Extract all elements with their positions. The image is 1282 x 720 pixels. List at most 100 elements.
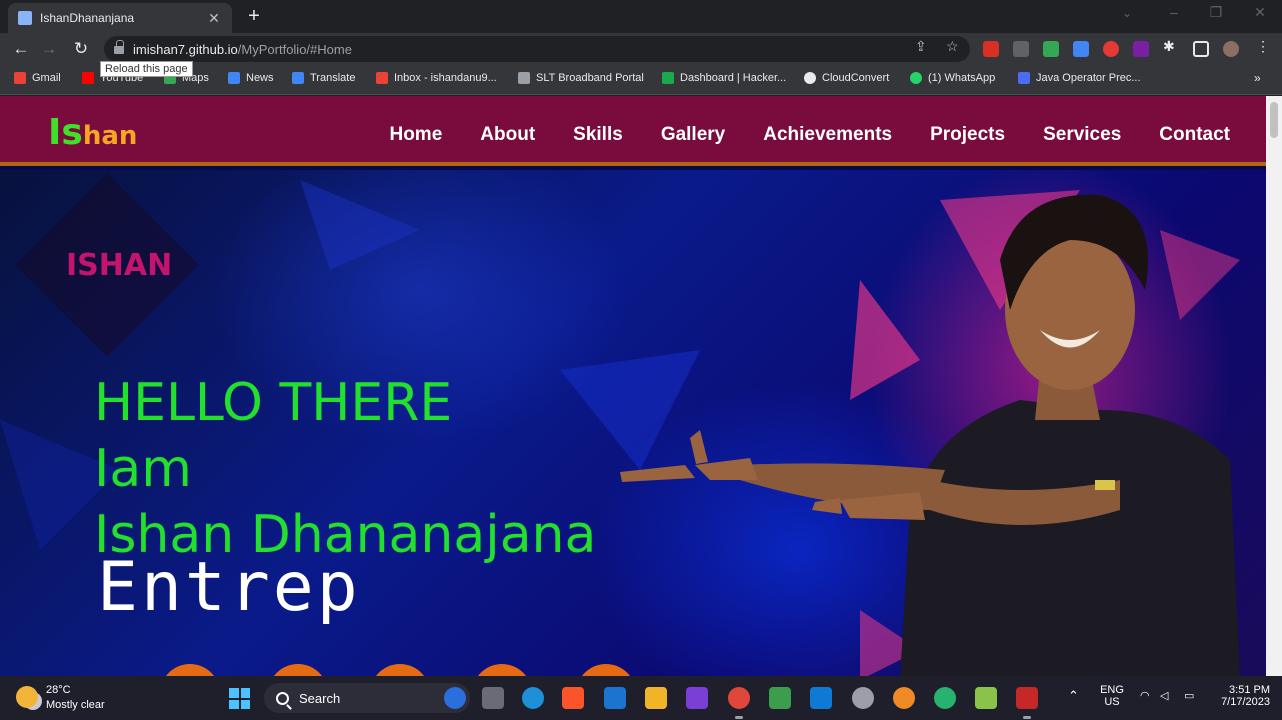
address-bar[interactable]: imishan7.github.io /MyPortfolio/#Home [104, 36, 970, 62]
tab-title: IshanDhananjana [40, 11, 135, 25]
extension-green-icon[interactable] [1043, 41, 1059, 57]
close-window-icon[interactable]: ✕ [1250, 4, 1270, 21]
tab-close-icon[interactable]: ✕ [206, 10, 222, 27]
portrait-photo [620, 194, 1240, 676]
nav-contact[interactable]: Contact [1159, 124, 1230, 146]
bookmark-label: Java Operator Prec... [1036, 72, 1141, 84]
nav-about[interactable]: About [480, 124, 535, 146]
site-navbar: Ishan Home About Skills Gallery Achievem… [0, 96, 1266, 166]
clock-time: 3:51 PM [1229, 684, 1270, 696]
lang-top: ENG [1100, 684, 1124, 696]
wifi-icon[interactable]: ◠ [1140, 689, 1150, 702]
battery-icon[interactable]: ▭ [1184, 689, 1194, 702]
new-tab-button[interactable]: + [244, 5, 264, 28]
brave-icon[interactable] [562, 687, 584, 709]
tray-chevron-icon[interactable]: ⌃ [1068, 688, 1079, 704]
bookmark-hackerrank[interactable]: Dashboard | Hacker... [662, 72, 786, 84]
nav-achievements[interactable]: Achievements [763, 124, 892, 146]
search-icon [276, 691, 289, 705]
obs-icon[interactable] [852, 687, 874, 709]
maximize-icon[interactable]: ❐ [1206, 4, 1226, 21]
slack-icon[interactable] [934, 687, 956, 709]
bookmark-news[interactable]: News [228, 72, 274, 84]
weather-description[interactable]: Mostly clear [46, 699, 105, 711]
bookmark-label: Dashboard | Hacker... [680, 72, 787, 84]
minimize-icon[interactable]: – [1164, 4, 1184, 20]
back-icon[interactable]: ← [10, 38, 32, 60]
system-clock[interactable]: 3:51 PM 7/17/2023 [1210, 684, 1270, 708]
bookmark-gmail[interactable]: Gmail [14, 72, 61, 84]
hackerrank-icon [662, 72, 674, 84]
bookmark-label: (1) WhatsApp [928, 72, 996, 84]
snipping-tool-icon[interactable] [1016, 687, 1038, 709]
bookmark-label: Inbox - ishandanu9... [394, 72, 497, 84]
nav-skills[interactable]: Skills [573, 124, 623, 146]
nav-home[interactable]: Home [389, 124, 442, 146]
url-host: imishan7.github.io [133, 41, 238, 57]
reload-tooltip: Reload this page [100, 61, 193, 77]
scroll-thumb[interactable] [1270, 102, 1278, 138]
puzzle-icon[interactable]: ✱ [1163, 38, 1175, 55]
reload-icon[interactable]: ↻ [70, 38, 92, 60]
bookmark-label: Translate [310, 72, 356, 84]
recorder-icon[interactable] [893, 687, 915, 709]
extension-record-icon[interactable] [1103, 41, 1119, 57]
windows-taskbar: 28°C Mostly clear Search ⌃ ENG US ◠ ◁ ▭ … [0, 676, 1282, 720]
gmail-icon [376, 72, 388, 84]
bookmark-java-operator[interactable]: Java Operator Prec... [1018, 72, 1141, 84]
store-icon[interactable] [604, 687, 626, 709]
edge-icon[interactable] [522, 687, 544, 709]
browser-tab[interactable]: IshanDhananjana ✕ [8, 3, 232, 33]
menu-kebab-icon[interactable]: ⋮ [1256, 38, 1270, 55]
tab-favicon-icon [18, 11, 32, 25]
start-button[interactable] [229, 688, 250, 709]
weather-temperature[interactable]: 28°C [46, 684, 71, 696]
bookmark-label: CloudConvert [822, 72, 890, 84]
site-menu: Home About Skills Gallery Achievements P… [389, 124, 1230, 146]
site-logo[interactable]: Ishan [48, 112, 137, 153]
translate-icon [292, 72, 304, 84]
bookmark-label: News [246, 72, 274, 84]
share-icon[interactable]: ⇪ [915, 38, 927, 55]
bookmark-whatsapp[interactable]: (1) WhatsApp [910, 72, 995, 84]
lock-icon[interactable] [114, 40, 124, 54]
forward-icon[interactable]: → [38, 38, 60, 60]
vscode-icon[interactable] [810, 687, 832, 709]
profile-avatar[interactable] [1223, 41, 1239, 57]
taskbar-search[interactable]: Search [264, 683, 470, 713]
bookmark-cloudconvert[interactable]: CloudConvert [804, 72, 889, 84]
file-explorer-icon[interactable] [645, 687, 667, 709]
bookmark-label: SLT Broadband Portal [536, 72, 644, 84]
intellij-icon[interactable] [686, 687, 708, 709]
browser-tab-bar: IshanDhananjana ✕ + ⌄ – ❐ ✕ [0, 0, 1282, 33]
bookmark-star-icon[interactable]: ☆ [946, 38, 959, 55]
chrome-icon[interactable] [728, 687, 750, 709]
extension-translate-icon[interactable] [1073, 41, 1089, 57]
bookmark-slt[interactable]: SLT Broadband Portal [518, 72, 644, 84]
nav-projects[interactable]: Projects [930, 124, 1005, 146]
network-tool-icon[interactable] [769, 687, 791, 709]
language-indicator[interactable]: ENG US [1098, 684, 1126, 708]
extension-purple-icon[interactable] [1133, 41, 1149, 57]
cloud-icon [804, 72, 816, 84]
volume-icon[interactable]: ◁ [1160, 689, 1168, 702]
side-panel-icon[interactable] [1193, 41, 1209, 57]
notepad-icon[interactable] [975, 687, 997, 709]
nav-gallery[interactable]: Gallery [661, 124, 725, 146]
weather-icon[interactable] [16, 686, 38, 708]
extension-glasses-icon[interactable] [1013, 41, 1029, 57]
hero-decor-arcs [160, 664, 640, 676]
page-scrollbar[interactable] [1266, 96, 1282, 676]
hero-line-iam: Iam [94, 439, 192, 499]
slt-icon [518, 72, 530, 84]
task-view-icon[interactable] [482, 687, 504, 709]
extension-download-icon[interactable] [983, 41, 999, 57]
page-viewport: ISHAN HELLO THERE Iam Ishan Dhananajana … [0, 96, 1266, 676]
bing-icon[interactable] [444, 687, 466, 709]
bookmarks-overflow-icon[interactable]: » [1254, 71, 1261, 85]
news-icon [228, 72, 240, 84]
bookmark-translate[interactable]: Translate [292, 72, 355, 84]
bookmark-inbox[interactable]: Inbox - ishandanu9... [376, 72, 497, 84]
nav-services[interactable]: Services [1043, 124, 1121, 146]
tab-search-icon[interactable]: ⌄ [1122, 6, 1132, 20]
